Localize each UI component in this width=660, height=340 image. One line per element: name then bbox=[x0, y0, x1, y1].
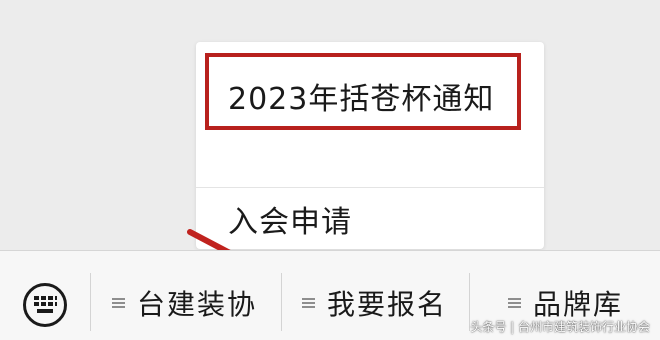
keyboard-icon[interactable] bbox=[22, 282, 68, 328]
submenu-item-label: 2023年括苍杯通知 bbox=[228, 82, 495, 117]
watermark: 头条号 | 台州市建筑装饰行业协会 bbox=[470, 320, 650, 334]
menu-tab-signup[interactable]: 我要报名 bbox=[302, 281, 447, 325]
bottom-menu-bar: 台建装协 我要报名 品牌库 头条号 | 台州市建筑装饰行业协会 bbox=[0, 250, 660, 340]
menu-tab-label: 品牌库 bbox=[533, 288, 624, 321]
menu-icon bbox=[112, 297, 125, 309]
menu-divider bbox=[90, 273, 91, 331]
menu-icon bbox=[508, 297, 521, 309]
menu-tab-taijian[interactable]: 台建装协 bbox=[112, 281, 257, 325]
submenu-divider bbox=[196, 187, 544, 188]
menu-icon bbox=[302, 297, 315, 309]
menu-tab-label: 我要报名 bbox=[327, 288, 448, 321]
menu-tab-label: 台建装协 bbox=[137, 288, 258, 321]
submenu-item-label: 入会申请 bbox=[228, 205, 352, 240]
submenu-item-membership-application[interactable]: 入会申请 bbox=[196, 190, 544, 248]
menu-divider bbox=[281, 273, 282, 331]
submenu-popup: 2023年括苍杯通知 入会申请 bbox=[196, 42, 544, 249]
submenu-item-competition-notice[interactable]: 2023年括苍杯通知 bbox=[196, 48, 544, 144]
